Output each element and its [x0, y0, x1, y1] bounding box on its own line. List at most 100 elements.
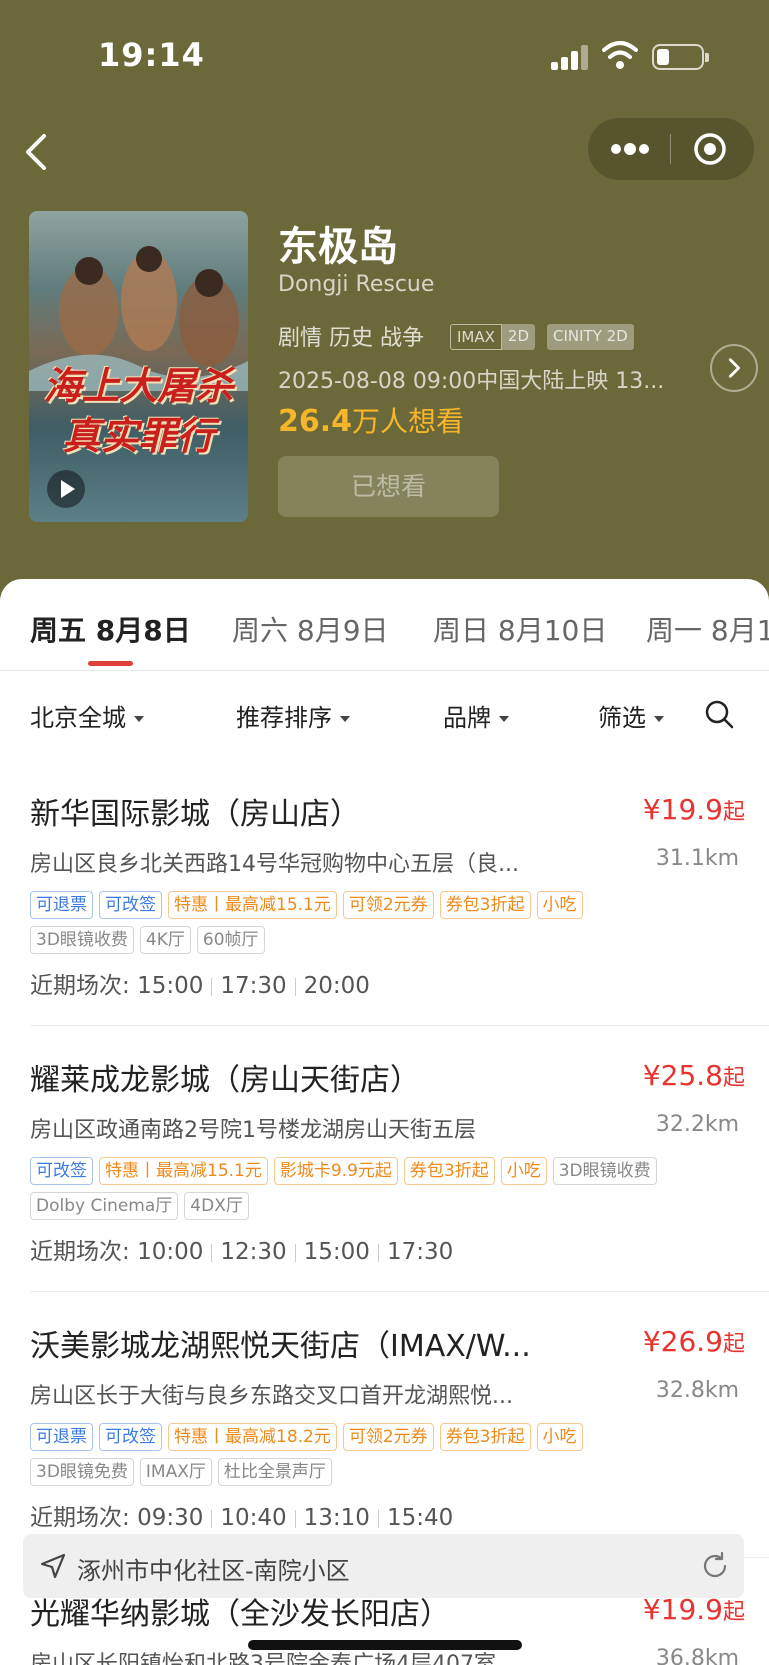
filter-sort-label: 推荐排序	[236, 704, 332, 732]
want-to-see-suffix: 万人想看	[352, 405, 465, 438]
cinema-distance: 36.8km	[655, 1646, 739, 1665]
cinema-price-value: ¥19.9	[642, 793, 723, 826]
status-bar: 19:14	[0, 0, 769, 110]
search-icon[interactable]	[703, 698, 735, 730]
tag-coupon: 可领2元券	[342, 891, 434, 919]
tag-cinema-card: 影城卡9.9元起	[273, 1157, 398, 1185]
want-to-see-count: 26.4万人想看	[278, 400, 464, 440]
format-tag-imax-dim: 2D	[501, 324, 535, 350]
showtimes-label: 近期场次:	[30, 973, 130, 999]
caret-down-icon	[499, 716, 509, 722]
cinema-tags-row: 可改签 特惠丨最高减15.1元 影城卡9.9元起 券包3折起 小吃 3D眼镜收费	[30, 1157, 750, 1185]
tag-3d-glasses: 3D眼镜收费	[552, 1157, 657, 1185]
close-target-icon[interactable]	[693, 132, 727, 166]
want-to-see-button[interactable]: 已想看	[278, 456, 499, 517]
tag-reschedule: 可改签	[99, 1423, 162, 1451]
caret-down-icon	[134, 716, 144, 722]
filter-brand-label: 品牌	[443, 704, 491, 732]
showtime: 12:30	[220, 1239, 287, 1265]
showtimes-label: 近期场次:	[30, 1505, 130, 1531]
cinema-list-sheet: 周五 8月8日 周六 8月9日 周日 8月10日 周一 8月11日 北京全城 推…	[0, 579, 769, 1665]
caret-down-icon	[340, 716, 350, 722]
cinema-tags-row: Dolby Cinema厅 4DX厅	[30, 1192, 750, 1220]
showtime: 09:30	[137, 1505, 204, 1531]
cinema-name: 新华国际影城（房山店）	[30, 797, 360, 832]
back-arrow-icon[interactable]	[18, 128, 58, 176]
tag-discount: 特惠丨最高减15.1元	[168, 891, 337, 919]
cinema-item[interactable]: 新华国际影城（房山店） ¥19.9起 房山区良乡北关西路14号华冠购物中心五层（…	[30, 789, 769, 1026]
cinema-price: ¥26.9起	[643, 1325, 745, 1358]
cinema-address: 房山区良乡北关西路14号华冠购物中心五层（良...	[30, 852, 519, 877]
cinema-item[interactable]: 沃美影城龙湖熙悦天街店（IMAX/W... ¥26.9起 房山区长于大街与良乡东…	[30, 1321, 769, 1558]
poster-slogan-line-1: 海上大屠杀	[43, 363, 234, 408]
cinema-tags-row: 可退票 可改签 特惠丨最高减18.2元 可领2元券 券包3折起 小吃	[30, 1423, 750, 1451]
location-arrow-icon	[40, 1553, 66, 1579]
tab-date-sun[interactable]: 周日 8月10日	[433, 609, 607, 649]
tag-hall-type: IMAX厅	[139, 1458, 212, 1486]
more-options-icon[interactable]	[610, 140, 650, 158]
tab-date-mon[interactable]: 周一 8月11日	[646, 609, 769, 649]
tag-refund: 可退票	[30, 1423, 93, 1451]
tag-snacks: 小吃	[536, 891, 583, 919]
tag-hall-type: 4DX厅	[184, 1192, 249, 1220]
filter-city[interactable]: 北京全城	[30, 698, 144, 733]
filter-sort[interactable]: 推荐排序	[236, 698, 350, 733]
movie-title: 东极岛	[278, 224, 398, 270]
format-tag-cinity-label: CINITY 2D	[547, 324, 634, 350]
tag-hall-type: 杜比全景声厅	[217, 1458, 332, 1486]
showtimes-label: 近期场次:	[30, 1239, 130, 1265]
tag-3d-glasses: 3D眼镜收费	[30, 926, 134, 954]
play-trailer-icon[interactable]	[47, 470, 85, 508]
format-tag-imax-label: IMAX	[450, 324, 502, 350]
cinema-price-suffix: 起	[722, 1600, 745, 1625]
want-to-see-number: 26.4	[278, 404, 353, 439]
filter-bar: 北京全城 推荐排序 品牌 筛选	[0, 672, 769, 760]
cinema-showtimes: 近期场次: 15:00 17:30 20:00	[30, 966, 370, 1000]
movie-poster[interactable]: 海上大屠杀 真实罪行	[29, 211, 248, 522]
release-info: 2025-08-08 09:00中国大陆上映 13...	[278, 369, 665, 394]
refresh-icon[interactable]	[700, 1551, 730, 1581]
date-tabs: 周五 8月8日 周六 8月9日 周日 8月10日 周一 8月11日	[0, 579, 769, 671]
cinema-address: 房山区政通南路2号院1号楼龙湖房山天街五层	[30, 1118, 476, 1143]
cinema-distance: 32.8km	[655, 1378, 739, 1403]
filter-more[interactable]: 筛选	[598, 698, 664, 733]
cinema-item[interactable]: 光耀华纳影城（全沙发长阳店） ¥19.9起 房山区长阳镇怡和北路3号院金泰广场4…	[30, 1589, 769, 1665]
cinema-distance: 31.1km	[655, 846, 739, 871]
mini-program-capsule	[588, 118, 754, 180]
tag-3d-glasses: 3D眼镜免费	[30, 1458, 134, 1486]
cinema-price-suffix: 起	[722, 1066, 745, 1091]
current-location-bar[interactable]: 涿州市中化社区-南院小区	[23, 1534, 744, 1598]
cinema-divider	[30, 1291, 769, 1292]
tab-date-fri[interactable]: 周五 8月8日	[30, 609, 191, 649]
cinema-showtimes: 近期场次: 09:30 10:40 13:10 15:40	[30, 1498, 453, 1532]
tag-reschedule: 可改签	[30, 1157, 93, 1185]
cinema-price-suffix: 起	[722, 1332, 745, 1357]
showtime: 10:40	[220, 1505, 287, 1531]
format-tag-imax: IMAX 2D	[450, 324, 535, 350]
cinema-price: ¥25.8起	[643, 1059, 745, 1092]
cinema-price: ¥19.9起	[643, 793, 745, 826]
chevron-right-icon[interactable]	[710, 344, 758, 392]
battery-icon	[652, 44, 709, 70]
tag-coupon: 可领2元券	[342, 1423, 434, 1451]
filter-brand[interactable]: 品牌	[443, 698, 509, 733]
cinema-distance: 32.2km	[655, 1112, 739, 1137]
cinema-name: 耀莱成龙影城（房山天街店）	[30, 1063, 420, 1098]
tag-discount: 特惠丨最高减18.2元	[168, 1423, 337, 1451]
tag-discount: 特惠丨最高减15.1元	[99, 1157, 268, 1185]
showtime: 20:00	[303, 973, 370, 999]
showtime: 15:40	[386, 1505, 454, 1531]
current-location-text: 涿州市中化社区-南院小区	[77, 1557, 350, 1585]
tab-date-sat[interactable]: 周六 8月9日	[232, 609, 389, 649]
tag-snacks: 小吃	[536, 1423, 583, 1451]
cinema-price-suffix: 起	[722, 800, 745, 825]
caret-down-icon	[654, 716, 664, 722]
cinema-price-value: ¥25.8	[642, 1059, 723, 1092]
cinema-item[interactable]: 耀莱成龙影城（房山天街店） ¥25.8起 房山区政通南路2号院1号楼龙湖房山天街…	[30, 1055, 769, 1292]
filter-city-label: 北京全城	[30, 704, 126, 732]
cinema-tags-row: 3D眼镜免费 IMAX厅 杜比全景声厅	[30, 1458, 750, 1486]
cinema-showtimes: 近期场次: 10:00 12:30 15:00 17:30	[30, 1232, 453, 1266]
cinema-tags-row: 3D眼镜收费 4K厅 60帧厅	[30, 926, 750, 954]
cinema-name: 沃美影城龙湖熙悦天街店（IMAX/W...	[30, 1329, 531, 1364]
capsule-divider	[670, 134, 671, 164]
